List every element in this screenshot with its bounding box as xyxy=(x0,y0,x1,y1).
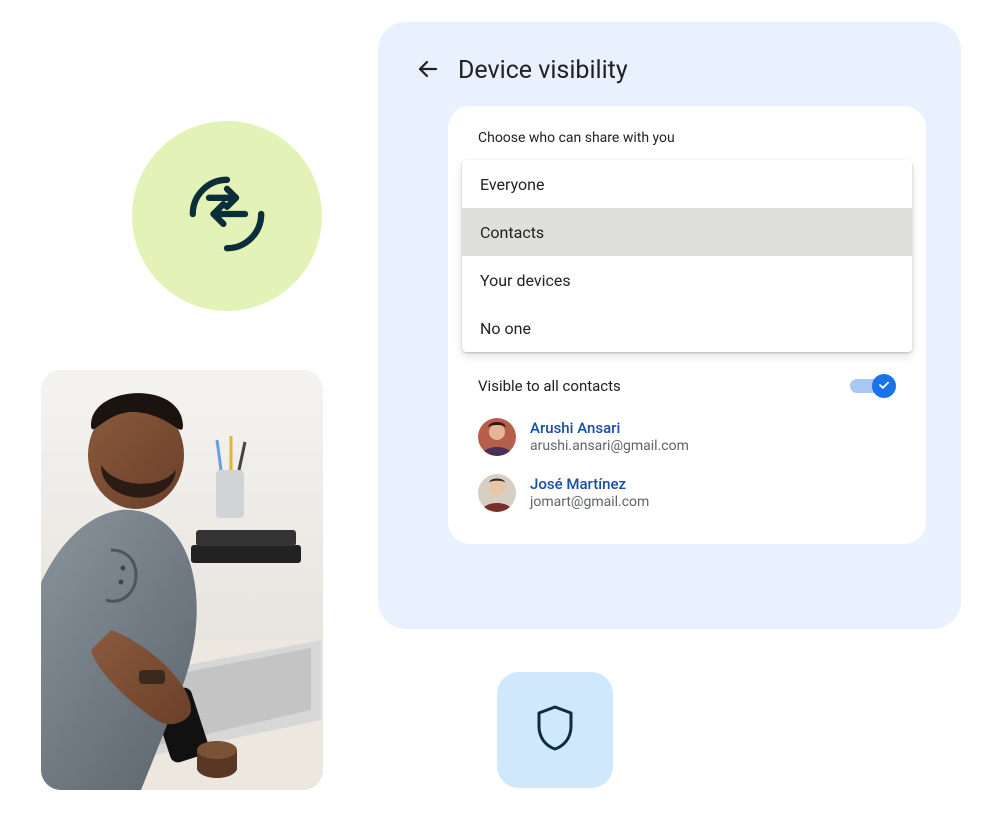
contact-name: Arushi Ansari xyxy=(530,419,689,438)
section-label: Choose who can share with you xyxy=(448,130,926,156)
sync-icon xyxy=(182,169,272,263)
contact-email: jomart@gmail.com xyxy=(530,494,649,512)
shield-icon xyxy=(535,704,575,756)
visible-to-all-label: Visible to all contacts xyxy=(478,377,621,395)
avatar xyxy=(478,418,516,456)
contact-row[interactable]: José Martínez jomart@gmail.com xyxy=(448,460,926,516)
contact-row[interactable]: Arushi Ansari arushi.ansari@gmail.com xyxy=(448,404,926,460)
option-contacts[interactable]: Contacts xyxy=(462,208,912,256)
option-everyone[interactable]: Everyone xyxy=(462,160,912,208)
sync-badge xyxy=(132,121,322,311)
visibility-option-list: Everyone Contacts Your devices No one xyxy=(462,160,912,352)
page-title: Device visibility xyxy=(458,56,628,85)
shield-tile xyxy=(497,672,613,788)
visible-to-all-row: Visible to all contacts xyxy=(448,352,926,404)
arrow-left-icon xyxy=(416,57,440,84)
hero-photo xyxy=(41,370,323,790)
check-icon xyxy=(877,377,891,396)
toggle-thumb xyxy=(872,374,896,398)
contact-email: arushi.ansari@gmail.com xyxy=(530,438,689,456)
option-no-one[interactable]: No one xyxy=(462,304,912,352)
device-visibility-panel: Device visibility Choose who can share w… xyxy=(378,22,961,629)
visibility-card: Choose who can share with you Everyone C… xyxy=(448,106,926,544)
back-button[interactable] xyxy=(412,54,444,86)
panel-header: Device visibility xyxy=(402,50,937,106)
avatar xyxy=(478,474,516,512)
contact-text: José Martínez jomart@gmail.com xyxy=(530,475,649,511)
contact-text: Arushi Ansari arushi.ansari@gmail.com xyxy=(530,419,689,455)
contact-name: José Martínez xyxy=(530,475,649,494)
visible-to-all-toggle[interactable] xyxy=(850,374,896,398)
option-your-devices[interactable]: Your devices xyxy=(462,256,912,304)
